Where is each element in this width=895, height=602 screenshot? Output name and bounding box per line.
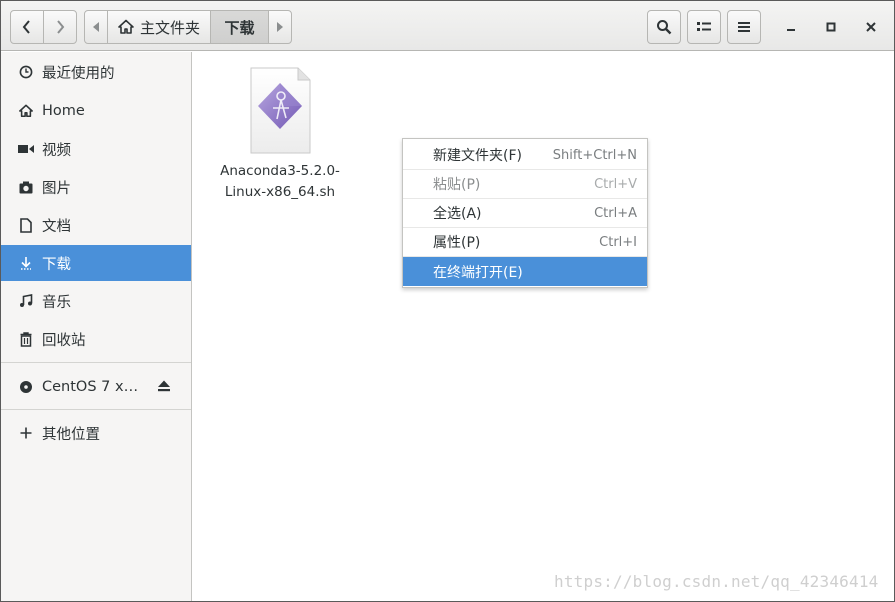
list-view-icon — [697, 22, 711, 31]
music-icon — [18, 293, 34, 309]
menu-button[interactable] — [727, 10, 761, 44]
menu-item-open-in-terminal[interactable]: 在终端打开(E) — [403, 257, 647, 286]
menu-item-label: 新建文件夹(F) — [433, 148, 522, 164]
video-icon — [18, 141, 34, 157]
sidebar-item-recent[interactable]: 最近使用的 — [1, 54, 191, 90]
sidebar: 最近使用的 Home 视频 图片 文档 下载 音乐 回收站 CentOS 7 x… — [1, 52, 192, 601]
home-icon — [118, 19, 134, 34]
path-bar: 主文件夹 下载 — [84, 10, 292, 44]
sidebar-item-documents[interactable]: 文档 — [1, 207, 191, 243]
sidebar-item-music[interactable]: 音乐 — [1, 283, 191, 319]
forward-button[interactable] — [43, 10, 77, 44]
menu-item-label: 全选(A) — [433, 206, 482, 222]
maximize-icon — [826, 22, 836, 32]
sidebar-item-label: 下载 — [42, 256, 71, 273]
download-icon — [18, 255, 34, 271]
path-current-label: 下载 — [224, 18, 255, 37]
document-icon — [18, 217, 34, 233]
file-name-line: Linux-x86_64.sh — [224, 184, 336, 200]
sidebar-item-label: 其他位置 — [42, 426, 100, 443]
sidebar-item-trash[interactable]: 回收站 — [1, 321, 191, 357]
maximize-button[interactable] — [814, 10, 848, 44]
sidebar-separator — [1, 362, 191, 363]
menu-item-new-folder[interactable]: 新建文件夹(F) Shift+Ctrl+N — [403, 141, 647, 170]
sidebar-item-label: 最近使用的 — [42, 65, 115, 82]
camera-icon — [18, 179, 34, 195]
file-manager-window: 主文件夹 下载 最近使用的 Home 视频 图片 文档 下载 音乐 回收站 Ce… — [0, 0, 895, 602]
sidebar-item-label: 图片 — [42, 180, 71, 197]
trash-icon — [18, 331, 34, 347]
search-button[interactable] — [647, 10, 681, 44]
view-mode-button[interactable] — [687, 10, 721, 44]
path-current-button[interactable]: 下载 — [210, 10, 269, 44]
sidebar-item-home[interactable]: Home — [1, 93, 191, 129]
sidebar-item-downloads[interactable]: 下载 — [1, 245, 191, 281]
sidebar-item-other-locations[interactable]: 其他位置 — [1, 415, 191, 451]
file-name: Anaconda3-5.2.0- Linux-x86_64.sh — [215, 161, 345, 203]
file-name-line: Anaconda3-5.2.0- — [220, 163, 340, 179]
menu-item-label: 在终端打开(E) — [433, 264, 523, 281]
sidebar-item-videos[interactable]: 视频 — [1, 131, 191, 167]
minimize-icon — [787, 29, 795, 31]
sidebar-item-pictures[interactable]: 图片 — [1, 169, 191, 205]
sidebar-item-label: 音乐 — [42, 294, 71, 311]
path-scroll-right-button[interactable] — [268, 10, 292, 44]
menu-item-properties[interactable]: 属性(P) Ctrl+I — [403, 228, 647, 257]
eject-icon[interactable] — [157, 380, 171, 396]
hamburger-menu-icon — [738, 22, 750, 32]
file-view[interactable]: Anaconda3-5.2.0- Linux-x86_64.sh — [193, 52, 894, 601]
close-button[interactable] — [854, 10, 888, 44]
sidebar-item-device[interactable]: CentOS 7 x… — [1, 369, 191, 405]
menu-item-label: 粘贴(P) — [433, 177, 481, 193]
menu-item-shortcut: Ctrl+A — [594, 205, 637, 221]
close-icon — [866, 22, 876, 32]
sidebar-item-label: 文档 — [42, 218, 71, 235]
chevron-right-icon — [57, 20, 65, 34]
minimize-button[interactable] — [774, 10, 808, 44]
chevron-left-icon — [22, 20, 30, 34]
context-menu: 新建文件夹(F) Shift+Ctrl+N 粘贴(P) Ctrl+V 全选(A)… — [402, 138, 648, 288]
file-item[interactable]: Anaconda3-5.2.0- Linux-x86_64.sh — [215, 67, 345, 203]
sidebar-item-label: Home — [42, 103, 85, 119]
sidebar-separator — [1, 409, 191, 410]
search-icon — [657, 20, 672, 35]
menu-item-shortcut: Ctrl+V — [594, 176, 637, 192]
menu-item-select-all[interactable]: 全选(A) Ctrl+A — [403, 199, 647, 228]
triangle-left-icon — [93, 22, 99, 32]
sidebar-item-label: CentOS 7 x… — [42, 379, 139, 395]
plus-icon — [18, 425, 34, 441]
back-button[interactable] — [10, 10, 44, 44]
home-icon — [18, 103, 34, 119]
sidebar-item-label: 视频 — [42, 142, 71, 159]
menu-item-shortcut: Shift+Ctrl+N — [552, 147, 637, 163]
menu-item-paste[interactable]: 粘贴(P) Ctrl+V — [403, 170, 647, 199]
menu-item-label: 属性(P) — [433, 235, 481, 251]
triangle-right-icon — [277, 22, 283, 32]
clock-icon — [18, 64, 34, 80]
watermark: https://blog.csdn.net/qq_42346414 — [554, 572, 879, 591]
path-home-button[interactable]: 主文件夹 — [107, 10, 211, 44]
sidebar-item-label: 回收站 — [42, 332, 86, 349]
header-bar: 主文件夹 下载 — [1, 1, 894, 51]
disc-icon — [18, 379, 34, 395]
path-scroll-left-button[interactable] — [84, 10, 108, 44]
menu-item-shortcut: Ctrl+I — [599, 234, 637, 250]
script-file-icon — [248, 67, 312, 155]
path-home-label: 主文件夹 — [140, 18, 201, 37]
